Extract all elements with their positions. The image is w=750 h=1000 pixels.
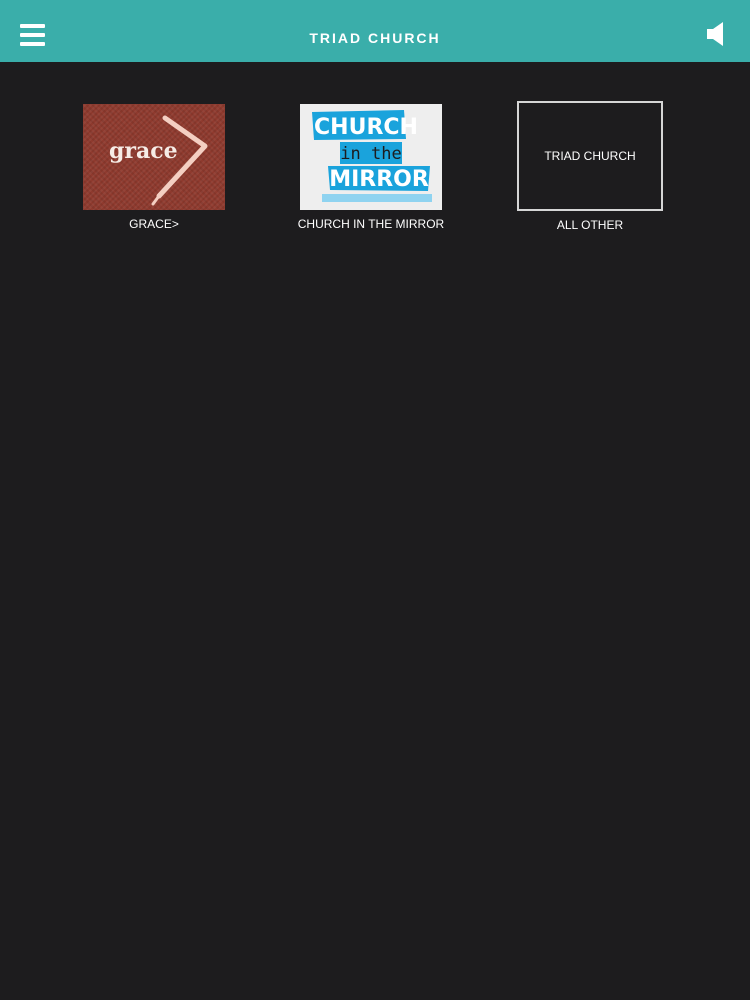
app-header: TRIAD CHURCH — [0, 0, 750, 62]
hamburger-bar — [20, 33, 45, 37]
speaker-icon — [707, 22, 723, 46]
mirror-line-2: in the — [340, 144, 401, 164]
hamburger-menu-icon — [20, 24, 45, 28]
tile-grace[interactable]: grace GRACE> — [79, 104, 229, 231]
church-in-the-mirror-thumbnail: CHURCH in the MIRROR — [300, 104, 442, 210]
all-other-thumbnail-text: TRIAD CHURCH — [544, 149, 636, 163]
page-title: TRIAD CHURCH — [309, 30, 441, 46]
grace-thumbnail: grace — [83, 104, 225, 210]
speaker-button[interactable] — [706, 20, 728, 48]
tile-church-in-the-mirror[interactable]: CHURCH in the MIRROR CHURCH IN THE MIRRO… — [296, 104, 446, 231]
media-grid: grace GRACE> CHURCH in the MIRROR CHURCH… — [0, 62, 750, 1000]
all-other-thumbnail: TRIAD CHURCH — [517, 101, 663, 211]
tile-caption: ALL OTHER — [556, 218, 624, 232]
mirror-line-3: MIRROR — [329, 167, 429, 192]
tile-caption: GRACE> — [129, 217, 179, 231]
tile-all-other[interactable]: TRIAD CHURCH ALL OTHER — [515, 101, 665, 232]
tile-caption: CHURCH IN THE MIRROR — [297, 217, 445, 231]
mirror-line-1: CHURCH — [314, 115, 418, 140]
chevron-brush-icon — [151, 115, 208, 206]
hamburger-bar — [20, 42, 45, 46]
menu-button[interactable] — [20, 24, 45, 46]
mirror-artwork: CHURCH in the MIRROR — [300, 104, 442, 210]
